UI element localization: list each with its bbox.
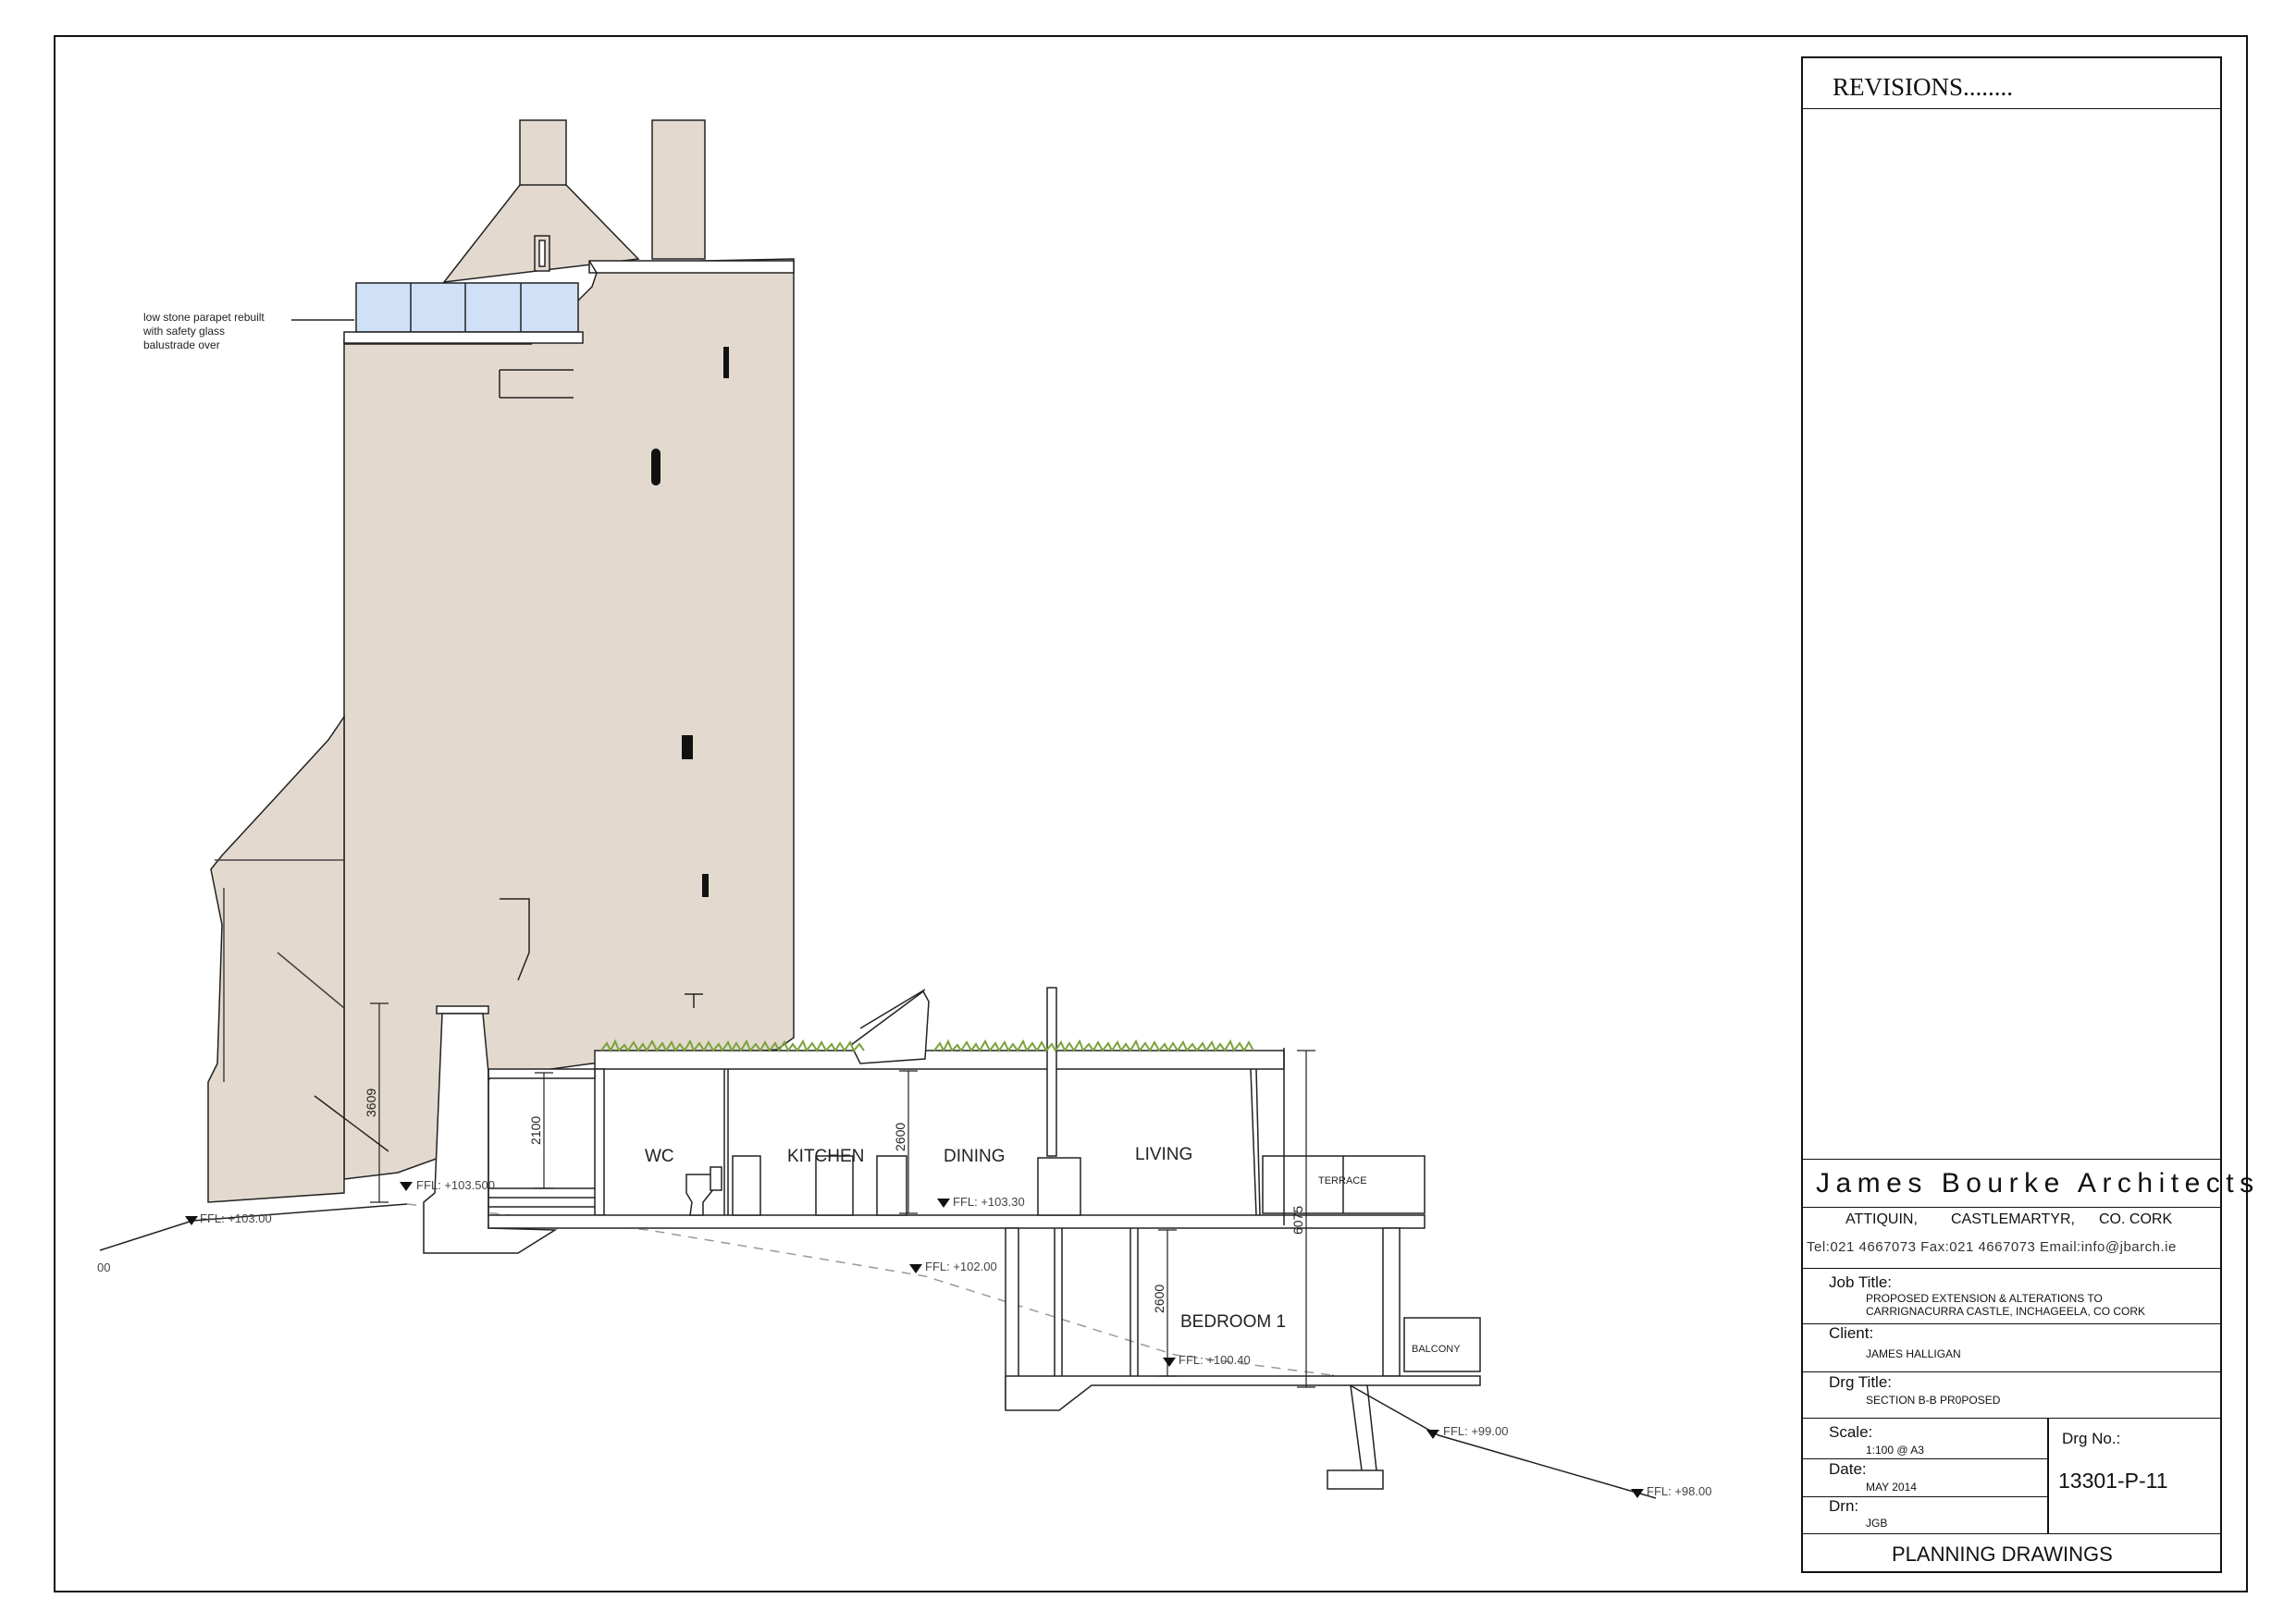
level-103-00: FFL: +103.00 [200, 1211, 272, 1225]
date-label: Date: [1829, 1460, 1867, 1478]
level-103-500: FFL: +103.500 [416, 1178, 495, 1192]
address-3: CO. CORK [2099, 1211, 2173, 1227]
room-kitchen: KITCHEN [787, 1147, 864, 1166]
scale-divider [1803, 1418, 2220, 1419]
annotation-line-1: low stone parapet rebuilt [143, 311, 265, 324]
drg-no-divider [2047, 1418, 2049, 1533]
job-title-line-2: CARRIGNACURRA CASTLE, INCHAGEELA, CO COR… [1866, 1305, 2146, 1318]
level-edge: 00 [97, 1260, 110, 1274]
date-value: MAY 2014 [1866, 1481, 1917, 1494]
drn-value: JGB [1866, 1517, 1888, 1530]
dim-3609: 3609 [364, 1088, 378, 1117]
level-102-00: FFL: +102.00 [925, 1260, 997, 1273]
revisions-label: REVISIONS........ [1833, 73, 2014, 101]
glass-balustrade [343, 282, 584, 344]
level-99-00: FFL: +99.00 [1443, 1424, 1508, 1438]
contact-line: Tel:021 4667073 Fax:021 4667073 Email:in… [1807, 1239, 2177, 1255]
drg-title: SECTION B-B PR0POSED [1866, 1394, 2001, 1407]
client-label: Client: [1829, 1324, 1874, 1342]
firm-divider [1803, 1159, 2220, 1160]
client-name: JAMES HALLIGAN [1866, 1347, 1961, 1360]
dim-2600-lower: 2600 [1152, 1285, 1167, 1313]
firm-name: James Bourke Architects [1816, 1168, 2260, 1199]
level-98-00: FFL: +98.00 [1647, 1484, 1711, 1498]
drg-title-label: Drg Title: [1829, 1373, 1893, 1391]
room-living: LIVING [1135, 1145, 1192, 1164]
drg-title-divider [1803, 1371, 2220, 1372]
dim-2600-upper: 2600 [893, 1123, 907, 1151]
room-terrace: TERRACE [1318, 1175, 1367, 1187]
address-1: ATTIQUIN, [1845, 1211, 1918, 1227]
drn-label: Drn: [1829, 1497, 1859, 1515]
revisions-divider [1803, 108, 2220, 109]
scale-label: Scale: [1829, 1423, 1873, 1441]
footer-divider [1803, 1533, 2220, 1534]
room-balcony: BALCONY [1412, 1344, 1461, 1355]
job-title-line-1: PROPOSED EXTENSION & ALTERATIONS TO [1866, 1292, 2103, 1305]
room-wc: WC [645, 1147, 674, 1166]
job-title-label: Job Title: [1829, 1273, 1893, 1291]
drg-no-label: Drg No.: [2062, 1430, 2121, 1447]
dim-6075: 6075 [1290, 1206, 1305, 1235]
level-103-30: FFL: +103.30 [953, 1195, 1025, 1209]
dim-2100: 2100 [528, 1116, 543, 1145]
title-block: REVISIONS........ James Bourke Architect… [1801, 56, 2253, 1573]
room-dining: DINING [944, 1147, 1006, 1166]
job-divider [1803, 1268, 2220, 1269]
room-bedroom-1: BEDROOM 1 [1180, 1312, 1286, 1332]
scale-value: 1:100 @ A3 [1866, 1444, 1924, 1457]
firm-bottom-divider [1803, 1207, 2220, 1208]
drg-no: 13301-P-11 [2058, 1469, 2168, 1493]
annotation-line-2: with safety glass [142, 325, 225, 338]
address-2: CASTLEMARTYR, [1951, 1211, 2075, 1227]
footer-label: PLANNING DRAWINGS [1892, 1543, 2113, 1566]
level-100-40: FFL: +100.40 [1179, 1353, 1251, 1367]
annotation-line-3: balustrade over [143, 338, 220, 351]
date-divider [1803, 1458, 2047, 1459]
